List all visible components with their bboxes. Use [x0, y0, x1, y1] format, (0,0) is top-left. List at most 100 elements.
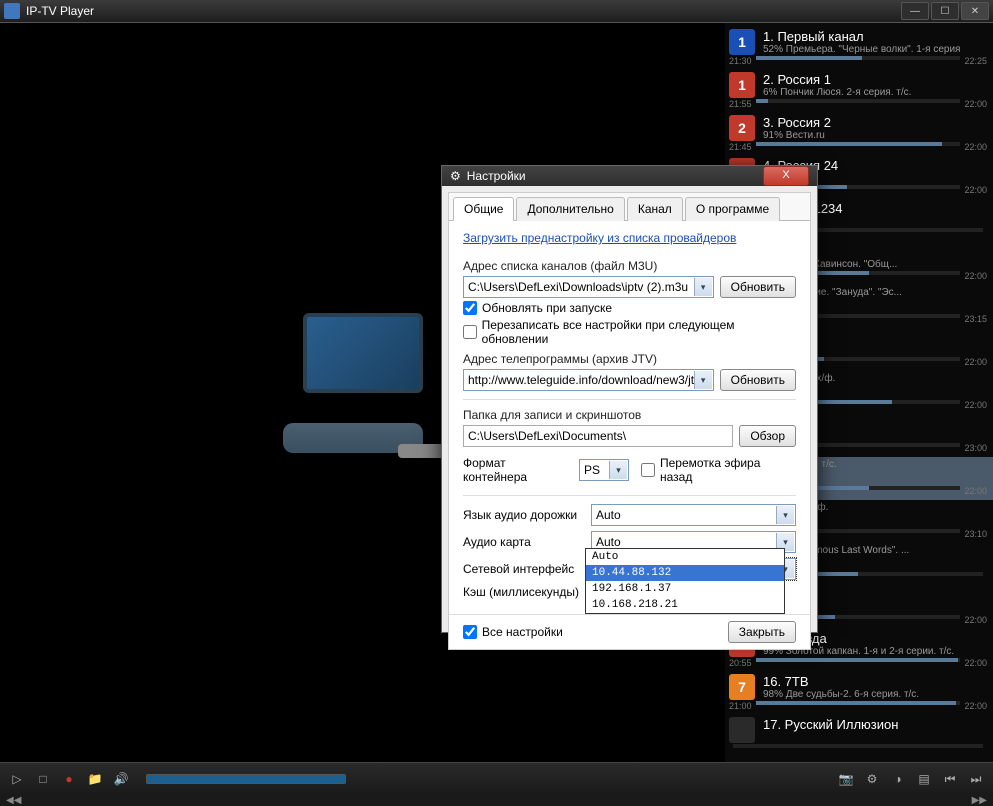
- container-label: Формат контейнера: [463, 456, 573, 484]
- channel-time-end: 22:00: [964, 357, 987, 367]
- dropdown-option[interactable]: 192.168.1.37: [586, 581, 784, 597]
- dropdown-option[interactable]: 10.168.218.21: [586, 597, 784, 613]
- channel-time-end: 23:00: [964, 443, 987, 453]
- volume-button[interactable]: 🔊: [112, 770, 130, 788]
- gear-icon: ⚙: [450, 169, 461, 183]
- channel-item[interactable]: 17. Русский Иллюзион: [725, 715, 993, 758]
- jtv-update-button[interactable]: Обновить: [720, 369, 796, 391]
- audio-lang-label: Язык аудио дорожки: [463, 508, 591, 522]
- maximize-button[interactable]: ☐: [931, 2, 959, 20]
- cache-label: Кэш (миллисекунды): [463, 585, 591, 599]
- chevron-down-icon[interactable]: ▾: [609, 461, 627, 479]
- tab-advanced[interactable]: Дополнительно: [516, 197, 624, 221]
- channel-logo: [729, 717, 755, 743]
- overwrite-checkbox[interactable]: Перезаписать все настройки при следующем…: [463, 318, 796, 346]
- folder-input[interactable]: [463, 425, 733, 447]
- titlebar: IP-TV Player — ☐ ✕: [0, 0, 993, 23]
- browse-button[interactable]: Обзор: [739, 425, 796, 447]
- netif-label: Сетевой интерфейс: [463, 562, 591, 576]
- chevron-down-icon[interactable]: ▾: [776, 506, 794, 524]
- channel-logo: 1: [729, 72, 755, 98]
- settings-button[interactable]: ⚙: [863, 770, 881, 788]
- play-button[interactable]: ▷: [8, 770, 26, 788]
- channel-time-end: 22:00: [964, 142, 987, 152]
- channel-program: 52% Премьера. "Черные волки". 1-я серия: [763, 44, 987, 55]
- tab-general[interactable]: Общие: [453, 197, 514, 221]
- channel-time-end: 22:00: [964, 486, 987, 496]
- preset-link[interactable]: Загрузить преднастройку из списка провай…: [463, 231, 736, 245]
- channel-title: 2. Россия 1: [763, 72, 987, 87]
- m3u-input[interactable]: C:\Users\DefLexi\Downloads\iptv (2).m3u▾: [463, 276, 714, 298]
- channel-program: 6% Пончик Люся. 2-я серия. т/с.: [763, 87, 987, 98]
- chevron-down-icon[interactable]: ▾: [694, 278, 712, 296]
- app-icon: [4, 3, 20, 19]
- channel-logo: 1: [729, 29, 755, 55]
- channel-title: 17. Русский Иллюзион: [763, 717, 987, 732]
- channel-time-end: 22:00: [964, 185, 987, 195]
- channel-time-end: 22:00: [964, 701, 987, 711]
- startup-checkbox[interactable]: Обновлять при запуске: [463, 301, 796, 315]
- channel-progress: [733, 744, 983, 748]
- record-button[interactable]: ●: [60, 770, 78, 788]
- channel-time-end: 22:00: [964, 615, 987, 625]
- channel-item[interactable]: 7 16. 7ТВ 98% Две судьбы-2. 6-я серия. т…: [725, 672, 993, 715]
- channel-time-end: 22:00: [964, 400, 987, 410]
- all-settings-checkbox[interactable]: Все настройки: [463, 625, 563, 639]
- dialog-tabs: Общие Дополнительно Канал О программе: [449, 193, 810, 221]
- channel-time-start: 21:55: [729, 99, 752, 109]
- jtv-label: Адрес телепрограммы (архив JTV): [463, 352, 796, 366]
- scroll-right-icon[interactable]: ▶▶: [972, 795, 987, 806]
- dropdown-option[interactable]: Auto: [586, 549, 784, 565]
- channel-time-start: 21:00: [729, 701, 752, 711]
- channel-time-end: 23:15: [964, 314, 987, 324]
- close-button[interactable]: ✕: [961, 2, 989, 20]
- channel-progress: [756, 658, 961, 662]
- netif-dropdown-list[interactable]: Auto10.44.88.132192.168.1.3710.168.218.2…: [585, 548, 785, 614]
- audio-card-label: Аудио карта: [463, 535, 591, 549]
- minimize-button[interactable]: —: [901, 2, 929, 20]
- chevron-down-icon[interactable]: ▾: [694, 371, 712, 389]
- playlist-button[interactable]: ▤: [915, 770, 933, 788]
- bottom-scrollbar[interactable]: ◀◀ ▶▶: [0, 795, 993, 806]
- channel-item[interactable]: 1 2. Россия 1 6% Пончик Люся. 2-я серия.…: [725, 70, 993, 113]
- channel-program: 91% Вести.ru: [763, 130, 987, 141]
- container-select[interactable]: PS▾: [579, 459, 629, 481]
- channel-progress: [756, 99, 961, 103]
- player-controls: ▷ □ ● 📁 🔊 📷 ⚙ ◑ ▤ ⏮ ⏭: [0, 762, 993, 795]
- m3u-update-button[interactable]: Обновить: [720, 276, 796, 298]
- channel-progress: [756, 701, 961, 705]
- schedule-button[interactable]: ◑: [889, 770, 907, 788]
- channel-time-start: 20:55: [729, 658, 752, 668]
- channel-time-end: 22:25: [964, 56, 987, 66]
- channel-time-start: 21:45: [729, 142, 752, 152]
- rewind-checkbox[interactable]: Перемотка эфира назад: [641, 456, 796, 484]
- dialog-close-button[interactable]: X: [763, 166, 809, 186]
- m3u-label: Адрес списка каналов (файл M3U): [463, 259, 796, 273]
- open-button[interactable]: 📁: [86, 770, 104, 788]
- channel-item[interactable]: 1 1. Первый канал 52% Премьера. "Черные …: [725, 27, 993, 70]
- channel-time-end: 22:00: [964, 271, 987, 281]
- dialog-title: Настройки: [467, 169, 526, 183]
- tab-channel[interactable]: Канал: [627, 197, 683, 221]
- dialog-titlebar[interactable]: ⚙ Настройки X: [442, 166, 817, 186]
- channel-logo: 7: [729, 674, 755, 700]
- scroll-left-icon[interactable]: ◀◀: [6, 795, 21, 806]
- channel-progress: [756, 56, 961, 60]
- channel-item[interactable]: 2 3. Россия 2 91% Вести.ru 21:45 22:00: [725, 113, 993, 156]
- audio-lang-select[interactable]: Auto▾: [591, 504, 796, 526]
- channel-title: 3. Россия 2: [763, 115, 987, 130]
- dropdown-option[interactable]: 10.44.88.132: [586, 565, 784, 581]
- volume-slider[interactable]: [146, 774, 346, 784]
- next-button[interactable]: ⏭: [967, 770, 985, 788]
- stop-button[interactable]: □: [34, 770, 52, 788]
- channel-title: 16. 7ТВ: [763, 674, 987, 689]
- channel-time-end: 22:00: [964, 99, 987, 109]
- prev-button[interactable]: ⏮: [941, 770, 959, 788]
- channel-time-end: 22:00: [964, 658, 987, 668]
- channel-progress: [756, 142, 961, 146]
- snapshot-button[interactable]: 📷: [837, 770, 855, 788]
- channel-time-start: 21:30: [729, 56, 752, 66]
- dialog-close-btn[interactable]: Закрыть: [728, 621, 796, 643]
- tab-about[interactable]: О программе: [685, 197, 780, 221]
- jtv-input[interactable]: http://www.teleguide.info/download/new3/…: [463, 369, 714, 391]
